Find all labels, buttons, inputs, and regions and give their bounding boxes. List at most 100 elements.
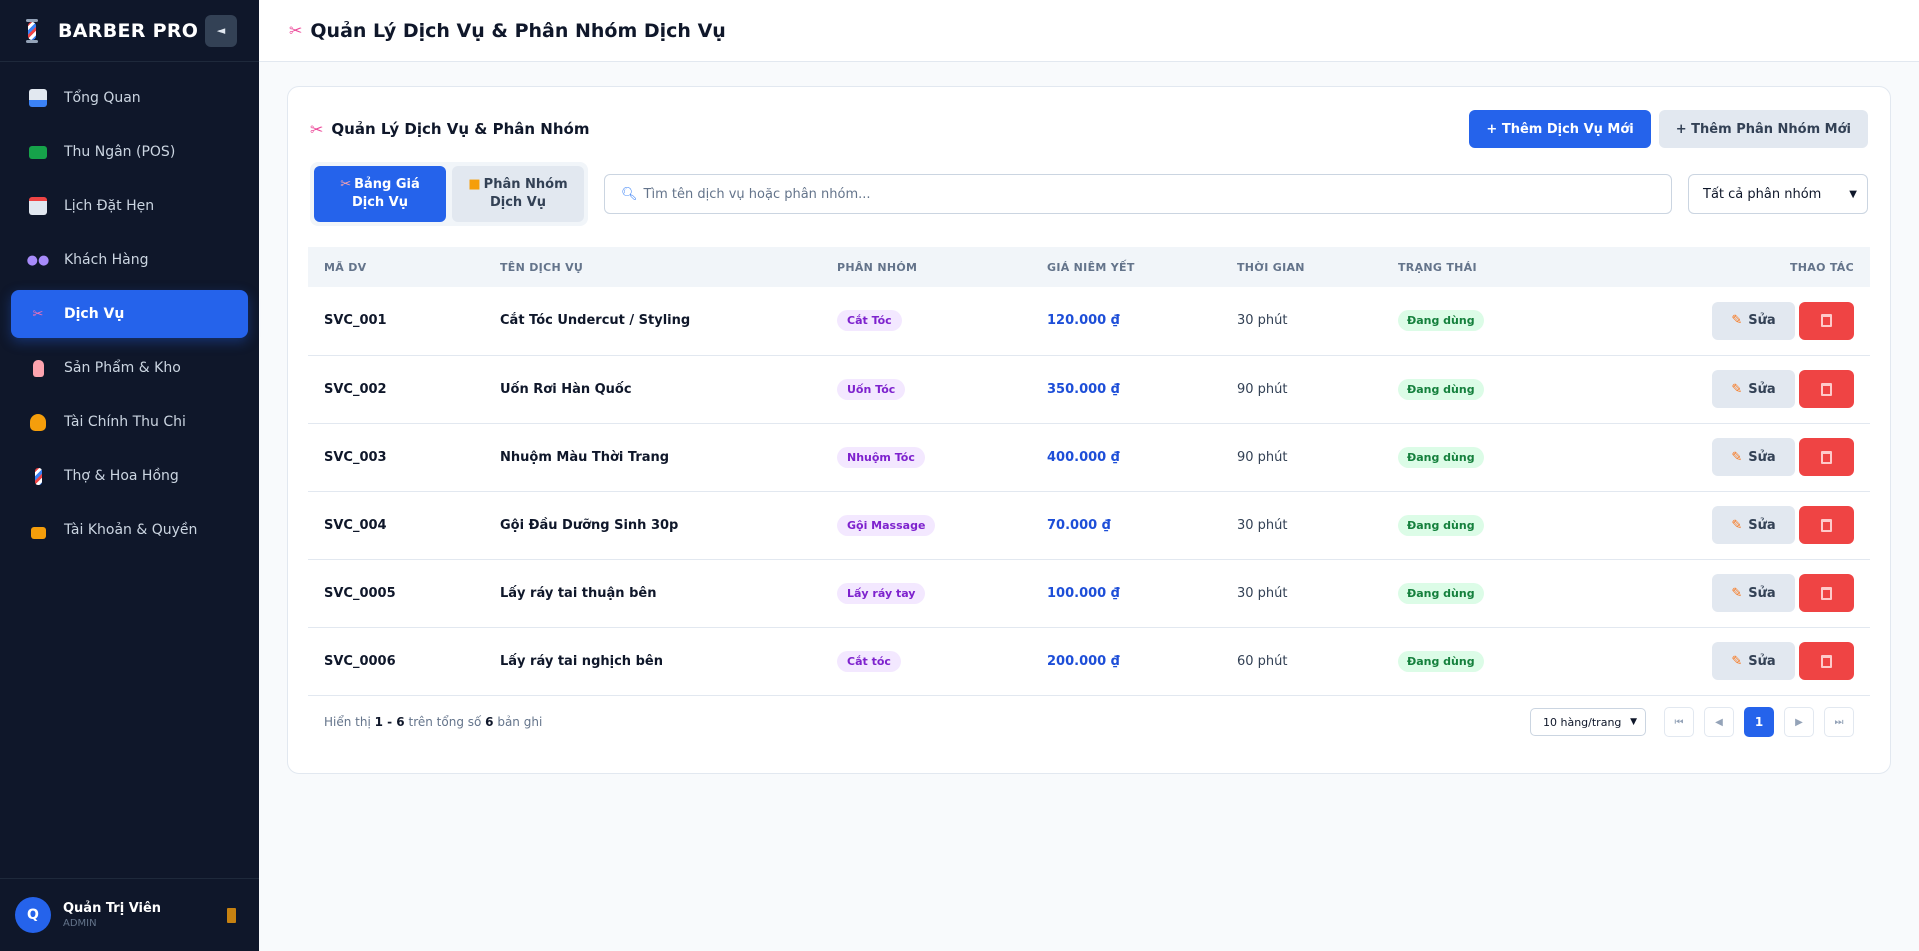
user-name: Quản Trị Viên: [63, 901, 162, 916]
calendar-icon: [29, 197, 47, 215]
service-duration: 30 phút: [1237, 585, 1288, 601]
delete-button[interactable]: [1799, 506, 1854, 544]
status-badge: Đang dùng: [1398, 582, 1484, 604]
sidebar-item-label: Khách Hàng: [64, 252, 149, 268]
sidebar-item-barbers[interactable]: Thợ & Hoa Hồng: [11, 452, 248, 500]
rows-per-page-select[interactable]: 10 hàng/trang ▼: [1530, 708, 1646, 736]
toolbar: ✂ Bảng Giá Dịch Vụ ■ Phân Nhóm Dịch Vụ 🔍︎ Tì…: [310, 161, 1868, 227]
sidebar-item-label: Tài Khoản & Quyền: [64, 522, 198, 538]
brand-bar: BARBER PRO ◄: [0, 0, 259, 62]
delete-button[interactable]: [1799, 438, 1854, 476]
sidebar-nav: Tổng Quan Thu Ngân (POS) Lịch Đặt Hẹn ●●…: [0, 62, 259, 554]
delete-button[interactable]: [1799, 370, 1854, 408]
add-service-button[interactable]: + Thêm Dịch Vụ Mới: [1469, 110, 1651, 148]
service-name: Lấy ráy tai nghịch bên: [500, 653, 663, 669]
sidebar-item-products[interactable]: Sản Phẩm & Kho: [11, 344, 248, 392]
service-name: Gội Đầu Dưỡng Sinh 30p: [500, 517, 679, 533]
prev-page-button[interactable]: ◀: [1704, 707, 1734, 737]
edit-button[interactable]: ✎ Sửa: [1712, 438, 1795, 476]
money-icon: [29, 145, 47, 159]
sidebar: BARBER PRO ◄ Tổng Quan Thu Ngân (POS) Lị…: [0, 0, 259, 951]
service-duration: 30 phút: [1237, 517, 1288, 533]
users-icon: ●●: [26, 252, 50, 268]
sidebar-item-accounts[interactable]: Tài Khoản & Quyền: [11, 506, 248, 554]
trash-icon: [1821, 518, 1832, 532]
service-price: 120.000 ₫: [1047, 313, 1120, 329]
first-page-button[interactable]: ⏮: [1664, 707, 1694, 737]
service-duration: 30 phút: [1237, 313, 1288, 329]
group-badge: Cắt tóc: [837, 650, 901, 672]
lock-icon: [30, 526, 46, 539]
sidebar-item-overview[interactable]: Tổng Quan: [11, 74, 248, 122]
edit-button[interactable]: ✎ Sửa: [1712, 642, 1795, 680]
service-duration: 90 phút: [1237, 381, 1288, 397]
service-code: SVC_0006: [324, 653, 396, 669]
service-price: 100.000 ₫: [1047, 585, 1120, 601]
sidebar-item-appointments[interactable]: Lịch Đặt Hẹn: [11, 182, 248, 230]
sidebar-item-services[interactable]: ✂ Dịch Vụ: [11, 290, 248, 338]
service-name: Cắt Tóc Undercut / Styling: [500, 313, 691, 329]
scissors-icon: ✂: [310, 119, 324, 139]
tab-service-groups[interactable]: ■ Phân Nhóm Dịch Vụ: [452, 166, 584, 222]
sidebar-item-customers[interactable]: ●● Khách Hàng: [11, 236, 248, 284]
pencil-icon: ✎: [1731, 653, 1743, 669]
trash-icon: [1821, 654, 1832, 668]
delete-button[interactable]: [1799, 574, 1854, 612]
sidebar-item-label: Sản Phẩm & Kho: [64, 360, 181, 376]
brand-title: BARBER PRO: [58, 19, 199, 42]
logout-icon[interactable]: [227, 907, 236, 923]
record-summary: Hiển thị 1 - 6 trên tổng số 6 bản ghi: [324, 715, 543, 729]
edit-button[interactable]: ✎ Sửa: [1712, 301, 1795, 340]
next-page-button[interactable]: ▶: [1784, 707, 1814, 737]
delete-button[interactable]: [1799, 301, 1854, 340]
group-filter-value: Tất cả phân nhóm: [1703, 186, 1822, 202]
chevron-down-icon: ▼: [1849, 188, 1857, 200]
column-header: PHÂN NHÓM: [837, 260, 918, 274]
add-group-button[interactable]: + Thêm Phân Nhóm Mới: [1658, 110, 1868, 148]
page-button-current[interactable]: 1: [1744, 707, 1774, 737]
service-code: SVC_003: [324, 449, 387, 465]
service-name: Nhuộm Màu Thời Trang: [500, 449, 670, 465]
scissors-icon: ✂: [289, 21, 303, 40]
column-header: MÃ DV: [324, 260, 367, 274]
service-code: SVC_002: [324, 381, 387, 397]
collapse-sidebar-button[interactable]: ◄: [205, 14, 237, 47]
sidebar-item-label: Tài Chính Thu Chi: [64, 414, 186, 430]
status-badge: Đang dùng: [1398, 446, 1484, 468]
status-badge: Đang dùng: [1398, 514, 1484, 536]
group-badge: Cắt Tóc: [837, 310, 902, 332]
pencil-icon: ✎: [1731, 517, 1743, 533]
service-price: 350.000 ₫: [1047, 381, 1120, 397]
delete-button[interactable]: [1799, 642, 1854, 680]
table-row: SVC_0005 Lấy ráy tai thuận bên Lấy ráy t…: [308, 559, 1870, 627]
tab-price-list[interactable]: ✂ Bảng Giá Dịch Vụ: [314, 166, 446, 222]
table-row: SVC_003 Nhuộm Màu Thời Trang Nhuộm Tóc 4…: [308, 423, 1870, 491]
service-duration: 60 phút: [1237, 653, 1288, 669]
table-header-row: MÃ DV TÊN DỊCH VỤ PHÂN NHÓM GIÁ NIÊM YẾT…: [308, 247, 1870, 287]
table-row: SVC_0006 Lấy ráy tai nghịch bên Cắt tóc …: [308, 627, 1870, 695]
table-row: SVC_004 Gội Đầu Dưỡng Sinh 30p Gội Massa…: [308, 491, 1870, 559]
status-badge: Đang dùng: [1398, 378, 1484, 400]
service-price: 400.000 ₫: [1047, 449, 1120, 465]
search-input[interactable]: 🔍︎ Tìm tên dịch vụ hoặc phân nhóm...: [604, 174, 1672, 214]
table-footer: Hiển thị 1 - 6 trên tổng số 6 bản ghi 10…: [324, 707, 1854, 737]
group-filter-select[interactable]: Tất cả phân nhóm ▼: [1688, 174, 1868, 214]
last-page-button[interactable]: ⏭: [1824, 707, 1854, 737]
column-header: GIÁ NIÊM YẾT: [1047, 260, 1135, 274]
pencil-icon: ✎: [1731, 449, 1743, 465]
group-badge: Uốn Tóc: [837, 378, 906, 400]
edit-button[interactable]: ✎ Sửa: [1712, 574, 1795, 612]
edit-button[interactable]: ✎ Sửa: [1712, 506, 1795, 544]
sidebar-item-pos[interactable]: Thu Ngân (POS): [11, 128, 248, 176]
group-badge: Gội Massage: [837, 514, 936, 536]
avatar: Q: [15, 897, 51, 933]
service-duration: 90 phút: [1237, 449, 1288, 465]
top-bar: ✂ Quản Lý Dịch Vụ & Phân Nhóm Dịch Vụ: [259, 0, 1919, 62]
user-role: ADMIN: [63, 918, 97, 929]
column-header: TÊN DỊCH VỤ: [500, 260, 584, 274]
edit-button[interactable]: ✎ Sửa: [1712, 370, 1795, 408]
services-card: ✂ Quản Lý Dịch Vụ & Phân Nhóm + Thêm Dịc…: [287, 86, 1891, 774]
money-bag-icon: [30, 413, 46, 431]
sidebar-item-finance[interactable]: Tài Chính Thu Chi: [11, 398, 248, 446]
chart-icon: [29, 89, 47, 107]
